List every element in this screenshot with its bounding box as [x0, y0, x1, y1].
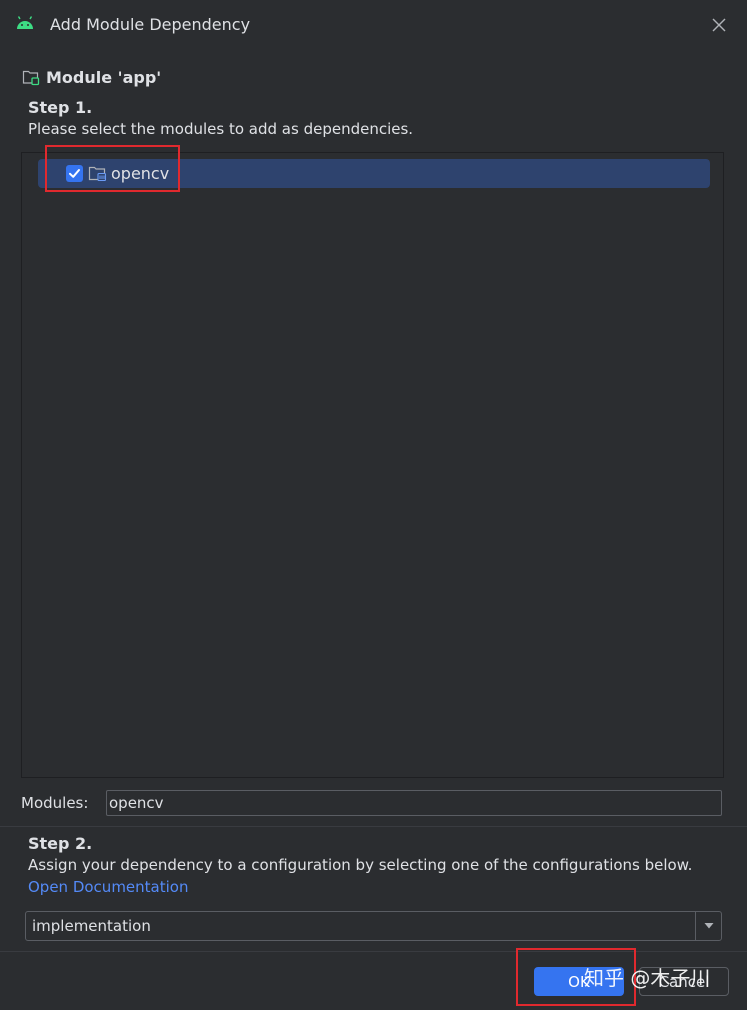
configuration-value: implementation: [32, 917, 151, 935]
step2-heading: Step 2.: [28, 834, 93, 853]
ok-button[interactable]: OK: [534, 967, 624, 996]
add-module-dependency-dialog: Add Module Dependency Module 'app' Step …: [0, 0, 747, 1010]
checkmark-icon: [69, 169, 80, 178]
library-folder-icon: [88, 166, 107, 182]
module-checkbox[interactable]: [66, 165, 83, 182]
module-title: Module 'app': [46, 67, 162, 87]
module-folder-icon: [22, 70, 40, 86]
module-header: Module 'app': [22, 66, 161, 88]
open-documentation-link[interactable]: Open Documentation: [28, 878, 188, 896]
android-icon: [17, 16, 33, 29]
window-title: Add Module Dependency: [50, 15, 251, 34]
chevron-down-icon[interactable]: [703, 921, 715, 931]
close-icon[interactable]: [710, 16, 728, 34]
step1-heading: Step 1.: [28, 98, 93, 117]
cancel-button[interactable]: Cancel: [639, 967, 729, 996]
dropdown-divider: [695, 912, 696, 940]
step1-description: Please select the modules to add as depe…: [28, 120, 414, 138]
divider: [0, 951, 747, 952]
title-bar: Add Module Dependency: [0, 0, 747, 50]
module-list[interactable]: opencv: [21, 152, 724, 778]
divider: [0, 826, 747, 827]
modules-field-label: Modules:: [21, 794, 89, 812]
step2-description: Assign your dependency to a configuratio…: [28, 856, 693, 874]
list-item[interactable]: opencv: [38, 159, 710, 188]
modules-field[interactable]: opencv: [106, 790, 722, 816]
configuration-dropdown[interactable]: implementation: [25, 911, 722, 941]
module-item-label: opencv: [111, 164, 170, 183]
